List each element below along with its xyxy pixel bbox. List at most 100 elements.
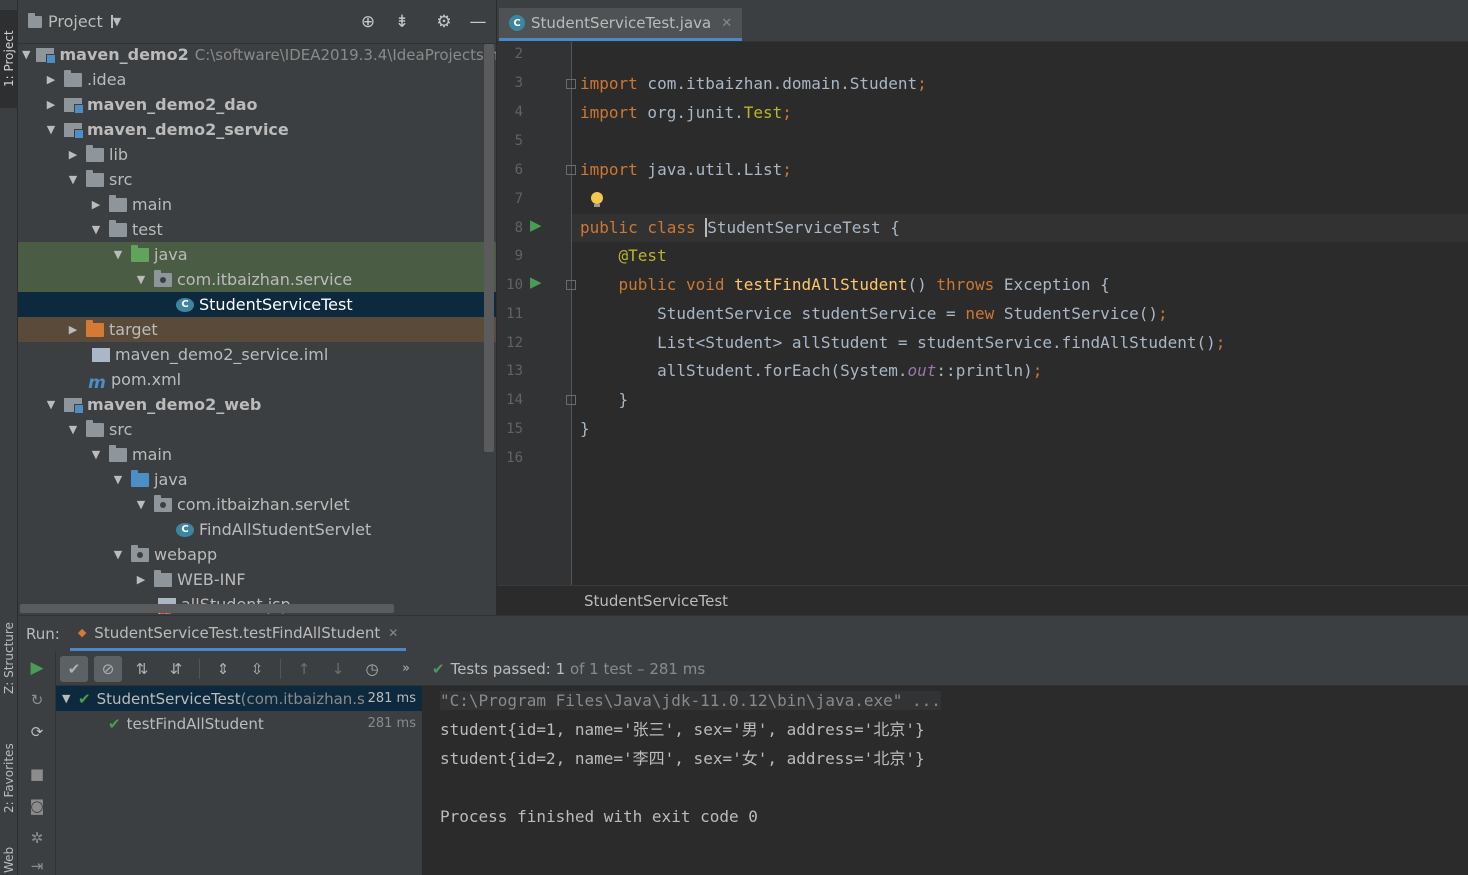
tree-item-dao[interactable]: ▶ maven_demo2_dao [18,92,496,117]
show-ignored-icon[interactable]: ⊘ [94,655,122,682]
close-icon[interactable]: ✕ [388,626,398,640]
camera-icon[interactable]: ◙ [27,796,47,816]
tree-item-target[interactable]: ▶ target [18,317,496,342]
expand-all-icon[interactable]: ⇕ [209,656,237,682]
expand-arrow-icon[interactable]: ▼ [66,173,80,186]
expand-arrow-icon[interactable]: ▼ [62,692,78,705]
collapse-arrow-icon[interactable]: ▶ [89,198,103,211]
tree-item-student-service-test[interactable]: C StudentServiceTest [18,292,496,317]
test-suite-row[interactable]: ▼ ✔ StudentServiceTest (com.itbaizhan.s … [56,686,422,711]
collapse-arrow-icon[interactable]: ▶ [44,73,58,86]
collapse-arrow-icon[interactable]: ▶ [44,98,58,111]
expand-arrow-icon[interactable]: ▼ [111,248,125,261]
console-line: "C:\Program Files\Java\jdk-11.0.12\bin\j… [440,691,941,710]
expand-arrow-icon[interactable]: ▼ [134,273,148,286]
code-line-15: } [580,419,590,438]
tree-item-web-java[interactable]: ▼ java [18,467,496,492]
expand-arrow-icon[interactable]: ▼ [89,223,103,236]
minimize-icon[interactable]: — [468,12,488,32]
code-editor: C StudentServiceTest.java ✕ 2 3 4 5 6 7 … [497,0,1468,615]
folder-icon [86,419,104,437]
tree-vertical-scrollbar[interactable] [484,44,494,452]
tree-horizontal-scrollbar[interactable] [20,604,394,613]
code-area[interactable]: import com.itbaizhan.domain.Student; imp… [572,42,1468,585]
show-passed-icon[interactable]: ✔ [60,655,88,682]
crosshair-icon[interactable]: ⊕ [358,12,378,32]
test-case-row[interactable]: ✔ testFindAllStudent 281 ms [56,711,422,736]
expand-arrow-icon[interactable]: ▼ [111,473,125,486]
line-number: 13 [506,363,523,379]
tree-item-maven-demo2[interactable]: ▼ maven_demo2 C:\software\IDEA2019.3.4\I… [18,42,496,67]
expand-arrow-icon[interactable]: ▼ [111,548,125,561]
tree-item-find-all-student-servlet[interactable]: C FindAllStudentServlet [18,517,496,542]
line-number: 4 [514,104,523,120]
console-output[interactable]: "C:\Program Files\Java\jdk-11.0.12\bin\j… [422,686,1468,875]
line-number: 6 [514,162,523,178]
expand-arrow-icon[interactable]: ▼ [89,448,103,461]
collapse-all-icon[interactable]: ⇳ [243,656,271,682]
left-tool-strip: 1: Project Z: Structure 2: Favorites Web [0,0,18,875]
tree-item-service[interactable]: ▼ maven_demo2_service [18,117,496,142]
tree-item-main[interactable]: ▶ main [18,192,496,217]
tree-item-web-main[interactable]: ▼ main [18,442,496,467]
code-line-11: StudentService studentService = new Stud… [657,304,1168,323]
chevron-down-icon[interactable]: ▼ [110,15,121,28]
tree-item-test-java[interactable]: ▼ java [18,242,496,267]
favorites-tool-tab[interactable]: 2: Favorites [0,728,18,828]
collapse-arrow-icon[interactable]: ▶ [134,573,148,586]
next-failed-icon[interactable]: ↓ [324,656,352,682]
expand-arrow-icon[interactable]: ▼ [22,48,30,61]
history-icon[interactable]: ◷ [358,656,386,682]
code-line-9: @Test [618,246,667,265]
class-icon: C [176,522,194,537]
run-method-icon[interactable]: ▶ [530,273,542,291]
tree-item-pom[interactable]: m pom.xml [18,367,496,393]
tree-item-src[interactable]: ▼ src [18,167,496,192]
stop-icon[interactable]: ■ [27,764,47,784]
fold-icon[interactable] [566,395,576,405]
collapse-arrow-icon[interactable]: ▶ [66,148,80,161]
fold-icon[interactable] [566,79,576,89]
fold-icon[interactable] [566,280,576,290]
toggle-auto-test-icon[interactable]: ⟳ [27,722,47,742]
gear-icon[interactable]: ⚙ [434,12,454,32]
previous-failed-icon[interactable]: ↑ [290,656,318,682]
run-tab[interactable]: ◆ StudentServiceTest.testFindAllStudent … [69,617,407,651]
tree-item-test[interactable]: ▼ test [18,217,496,242]
rerun-icon[interactable]: ▶ [27,658,47,678]
tree-item-web[interactable]: ▼ maven_demo2_web [18,392,496,417]
more-icon[interactable]: » [392,656,420,682]
tree-item-lib[interactable]: ▶ lib [18,142,496,167]
structure-tool-tab[interactable]: Z: Structure [0,608,18,708]
collapse-arrow-icon[interactable]: ▶ [66,323,80,336]
collapse-all-icon[interactable]: ⇟ [392,12,412,32]
tree-item-web-inf[interactable]: ▶ WEB-INF [18,567,496,592]
run-class-icon[interactable]: ▶ [530,216,542,234]
expand-arrow-icon[interactable]: ▼ [44,398,58,411]
fold-icon[interactable] [566,165,576,175]
tree-item-web-src[interactable]: ▼ src [18,417,496,442]
editor-tab-student-service-test[interactable]: C StudentServiceTest.java ✕ [499,8,743,41]
export-icon[interactable]: ⇥ [27,856,47,875]
web-tool-tab[interactable]: Web [0,845,18,875]
folder-icon [109,194,127,212]
editor-breadcrumb[interactable]: StudentServiceTest [497,585,1468,615]
rerun-failed-icon[interactable]: ↻ [27,690,47,710]
run-side-toolbar: ▶ ↻ ⟳ ■ ◙ ✲ ⇥ [18,652,56,875]
expand-arrow-icon[interactable]: ▼ [134,498,148,511]
tree-item-package-servlet[interactable]: ▼ com.itbaizhan.servlet [18,492,496,517]
expand-arrow-icon[interactable]: ▼ [44,123,58,136]
console-line: student{id=1, name='张三', sex='男', addres… [440,720,925,739]
line-number: 15 [506,421,523,437]
project-panel-title[interactable]: Project [48,12,103,31]
settings-icon[interactable]: ✲ [27,828,47,848]
sort-alphabetically-icon[interactable]: ⇅ [128,656,156,682]
sort-by-duration-icon[interactable]: ⇵ [162,656,190,682]
project-tool-tab[interactable]: 1: Project [0,10,18,108]
close-icon[interactable]: ✕ [721,16,732,31]
tree-item-iml[interactable]: maven_demo2_service.iml [18,342,496,367]
expand-arrow-icon[interactable]: ▼ [66,423,80,436]
tree-item-package-service[interactable]: ▼ com.itbaizhan.service [18,267,496,292]
tree-item-idea[interactable]: ▶ .idea [18,67,496,92]
tree-item-webapp[interactable]: ▼ webapp [18,542,496,567]
